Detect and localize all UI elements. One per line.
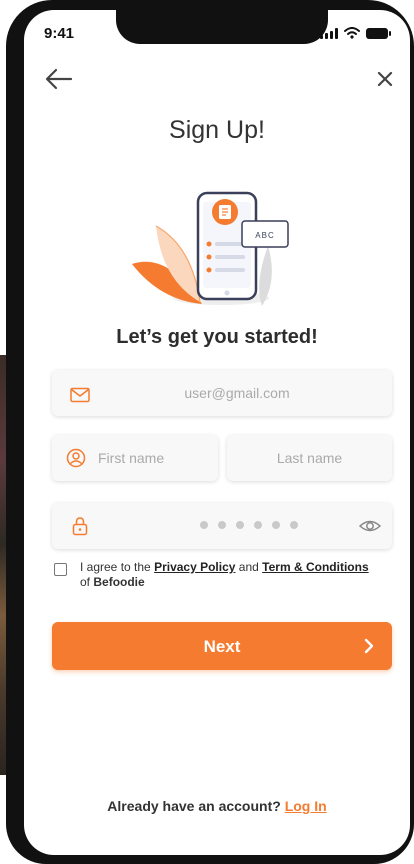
arrow-left-icon — [45, 68, 73, 90]
password-mask-dots — [200, 521, 298, 529]
eye-icon — [358, 520, 382, 532]
last-name-field-wrapper — [227, 435, 392, 481]
agreement-prefix: I agree to the — [80, 560, 151, 574]
next-button-label: Next — [203, 637, 241, 656]
brand-name: Befoodie — [93, 575, 145, 589]
agreement-suffix: of — [80, 575, 91, 589]
subtitle: Let’s get you started! — [116, 326, 318, 348]
chevron-right-icon — [364, 638, 374, 654]
status-icons — [320, 27, 391, 39]
login-prompt: Already have an account? Log In — [24, 798, 410, 814]
user-circle-icon — [66, 448, 86, 468]
battery-icon — [366, 28, 391, 39]
agree-checkbox[interactable] — [54, 563, 67, 576]
close-button[interactable] — [372, 66, 398, 92]
terms-conditions-link[interactable]: Term & Conditions — [262, 560, 368, 574]
phone-notch — [116, 10, 328, 44]
agreement-conjunction: and — [238, 560, 259, 574]
signup-screen: 9:41 Sign Up! ABC Let’s get you started!… — [24, 10, 410, 855]
signup-illustration: ABC — [132, 191, 289, 306]
last-name-input[interactable] — [227, 435, 392, 481]
agreement-text: I agree to the Privacy Policy and Term &… — [80, 560, 400, 590]
illustration-card-text: ABC — [255, 231, 274, 240]
envelope-icon — [70, 387, 90, 403]
signal-icon — [320, 28, 338, 39]
privacy-policy-link[interactable]: Privacy Policy — [154, 560, 235, 574]
password-field[interactable] — [52, 503, 392, 549]
login-link[interactable]: Log In — [285, 798, 327, 814]
close-icon — [377, 71, 393, 87]
status-time: 9:41 — [44, 25, 75, 42]
lock-icon — [72, 517, 88, 536]
next-button[interactable]: Next — [52, 622, 392, 670]
login-prompt-text: Already have an account? — [107, 798, 281, 814]
show-password-button[interactable] — [358, 514, 382, 538]
email-input[interactable] — [52, 370, 392, 416]
page-title: Sign Up! — [169, 116, 265, 144]
email-field-wrapper — [52, 370, 392, 416]
phone-frame: 9:41 Sign Up! ABC Let’s get you started!… — [6, 0, 414, 864]
back-button[interactable] — [44, 66, 74, 92]
first-name-field-wrapper — [52, 435, 218, 481]
wifi-icon — [344, 27, 360, 39]
